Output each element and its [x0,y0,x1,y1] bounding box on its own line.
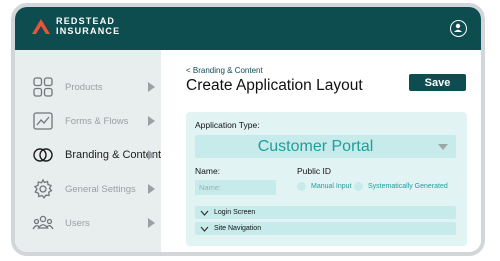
user-circle-icon[interactable] [450,20,467,37]
chevron-right-icon [148,218,155,228]
radio-systematically-generated[interactable]: Systematically Generated [354,182,448,191]
brand-name-line2: INSURANCE [56,26,121,36]
layout-form-panel: Application Type: Customer Portal Name: … [186,112,467,246]
brand-name-line1: REDSTEAD [56,16,116,26]
sidebar-item-products[interactable]: Products [15,70,161,104]
line-chart-icon [33,112,53,130]
sidebar: Products Forms & Flows Branding & Conten… [15,50,161,252]
chevron-right-icon [148,82,155,92]
page-title: Create Application Layout [186,77,363,94]
section-site-navigation[interactable]: Site Navigation [195,222,456,235]
radio-circle-icon [354,182,363,191]
application-type-label: Application Type: [195,120,260,130]
section-label: Site Navigation [214,225,262,232]
section-label: Login Screen [214,209,256,216]
radio-label: Systematically Generated [368,183,448,190]
sidebar-item-label: Forms & Flows [65,115,129,127]
gear-icon [33,178,53,199]
grid-squares-icon [33,77,53,97]
sidebar-item-label: Users [65,217,90,229]
overlapping-circles-icon [33,148,53,162]
chevron-down-icon [438,144,448,150]
name-label: Name: [195,166,221,176]
chevron-down-icon [200,210,209,216]
sidebar-item-branding-content[interactable]: Branding & Content [15,138,161,172]
logo-mark-icon [32,19,50,34]
sidebar-item-label: Products [65,81,103,93]
selected-application-type: Customer Portal [257,138,374,155]
main-content: < Branding & Content Create Application … [161,50,481,252]
sidebar-item-label: General Settings [65,183,136,195]
chevron-right-icon [148,116,155,126]
users-icon [32,215,54,230]
public-id-label: Public ID [297,166,332,176]
application-type-select[interactable]: Customer Portal [195,135,456,158]
radio-label: Manual Input [311,183,352,190]
chevron-right-icon [148,150,155,160]
sidebar-item-users[interactable]: Users [15,206,161,240]
sidebar-item-forms-flows[interactable]: Forms & Flows [15,104,161,138]
brand-name: REDSTEAD INSURANCE [56,16,120,36]
chevron-down-icon [200,226,209,232]
app-window: REDSTEAD INSURANCE Products Forms & Flow… [11,3,485,256]
breadcrumb[interactable]: < Branding & Content [186,66,263,75]
radio-circle-icon [297,182,306,191]
sidebar-item-label: Branding & Content [65,149,162,161]
section-login-screen[interactable]: Login Screen [195,206,456,219]
save-button[interactable]: Save [409,74,466,91]
sidebar-item-general-settings[interactable]: General Settings [15,172,161,206]
chevron-right-icon [148,184,155,194]
name-field[interactable] [195,180,276,195]
top-bar: REDSTEAD INSURANCE [15,7,481,50]
brand-logo[interactable]: REDSTEAD INSURANCE [31,16,120,36]
radio-manual-input[interactable]: Manual Input [297,182,351,191]
